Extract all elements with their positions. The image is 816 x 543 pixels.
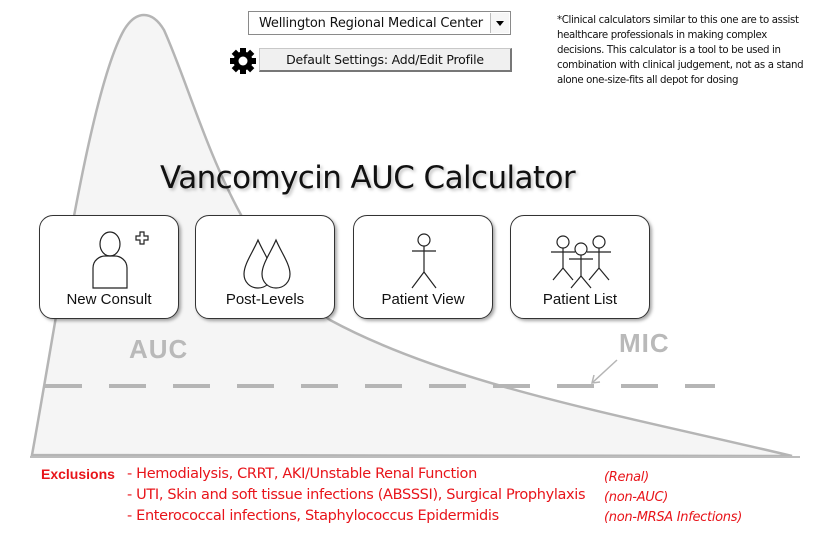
default-settings-button[interactable]: Default Settings: Add/Edit Profile (259, 48, 512, 72)
exclusion-item: - UTI, Skin and soft tissue infections (… (127, 487, 586, 503)
gear-icon[interactable] (228, 46, 258, 76)
page-title: Vancomycin AUC Calculator (160, 160, 576, 196)
exclusion-note: (Renal) (604, 470, 649, 485)
patient-view-button[interactable]: Patient View (353, 215, 493, 319)
tile-label: New Consult (66, 291, 152, 308)
group-icon (551, 235, 611, 289)
mic-arrow-icon (591, 359, 618, 384)
stick-figure-icon (411, 233, 437, 289)
add-person-icon (92, 231, 149, 289)
chevron-down-icon[interactable] (490, 13, 509, 33)
disclaimer-text: *Clinical calculators similar to this on… (557, 15, 804, 86)
new-consult-button[interactable]: New Consult (39, 215, 179, 319)
auc-label: AUC (129, 334, 189, 364)
facility-select[interactable]: Wellington Regional Medical Center (248, 11, 511, 35)
exclusion-item: - Enterococcal infections, Staphylococcu… (127, 508, 499, 524)
tile-label: Patient List (542, 291, 618, 308)
mic-label: MIC (619, 328, 670, 358)
exclusion-note: (non-MRSA Infections) (604, 510, 742, 525)
post-levels-button[interactable]: Post-Levels (195, 215, 335, 319)
tile-label: Post-Levels (225, 291, 305, 308)
exclusions-heading: Exclusions (41, 466, 115, 482)
droplets-icon (243, 238, 291, 289)
patient-list-button[interactable]: Patient List (510, 215, 650, 319)
exclusion-note: (non-AUC) (604, 490, 669, 505)
facility-select-value: Wellington Regional Medical Center (259, 15, 483, 31)
exclusion-item: - Hemodialysis, CRRT, AKI/Unstable Renal… (127, 466, 477, 482)
tile-label: Patient View (381, 291, 465, 308)
